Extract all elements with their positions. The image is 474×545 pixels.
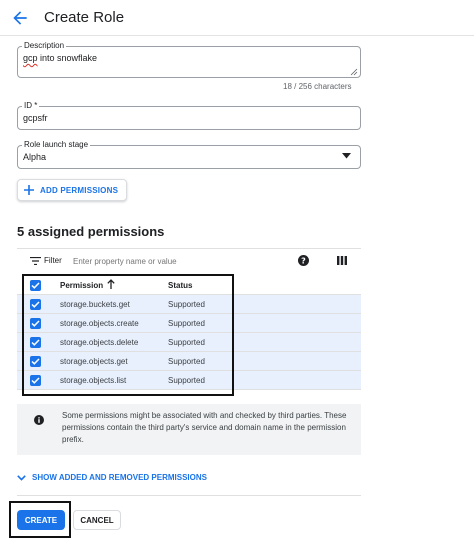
description-label: Description: [22, 41, 67, 51]
launch-stage-value: Alpha: [23, 152, 47, 162]
info-text: Some permissions might be associated wit…: [62, 411, 347, 444]
add-permissions-button[interactable]: ADD PERMISSIONS: [17, 179, 127, 201]
table-highlight-box: [22, 274, 234, 396]
resize-handle-icon[interactable]: [350, 68, 358, 76]
id-value: gcpsfr: [23, 113, 48, 123]
filter-icon[interactable]: [30, 257, 41, 265]
filter-label: Filter: [44, 256, 62, 265]
description-value: gcp into snowflake: [23, 53, 97, 63]
info-icon: [34, 415, 44, 425]
cancel-button[interactable]: CANCEL: [73, 510, 121, 530]
back-arrow-icon[interactable]: [10, 8, 30, 28]
description-char-count: 18 / 256 characters: [283, 82, 352, 91]
page-title: Create Role: [44, 9, 125, 26]
assigned-permissions-title: 5 assigned permissions: [17, 224, 165, 239]
chevron-down-icon: [17, 474, 26, 481]
plus-icon: [18, 185, 40, 195]
launch-stage-label: Role launch stage: [22, 140, 91, 150]
divider: [17, 495, 361, 496]
spellcheck-marked-word: gcp: [23, 53, 38, 63]
id-field[interactable]: [17, 106, 361, 130]
show-added-removed-toggle[interactable]: SHOW ADDED AND REMOVED PERMISSIONS: [17, 473, 207, 482]
create-highlight-box: [9, 501, 71, 538]
description-value-rest: into snowflake: [37, 53, 98, 63]
svg-text:?: ?: [301, 257, 306, 266]
add-permissions-label: ADD PERMISSIONS: [40, 185, 119, 195]
filter-input[interactable]: [73, 255, 273, 267]
show-added-removed-label: SHOW ADDED AND REMOVED PERMISSIONS: [32, 473, 207, 482]
help-icon[interactable]: ?: [298, 255, 309, 266]
column-display-options-icon[interactable]: [337, 256, 347, 265]
id-label: ID *: [22, 101, 40, 111]
dropdown-arrow-icon[interactable]: [342, 153, 351, 159]
